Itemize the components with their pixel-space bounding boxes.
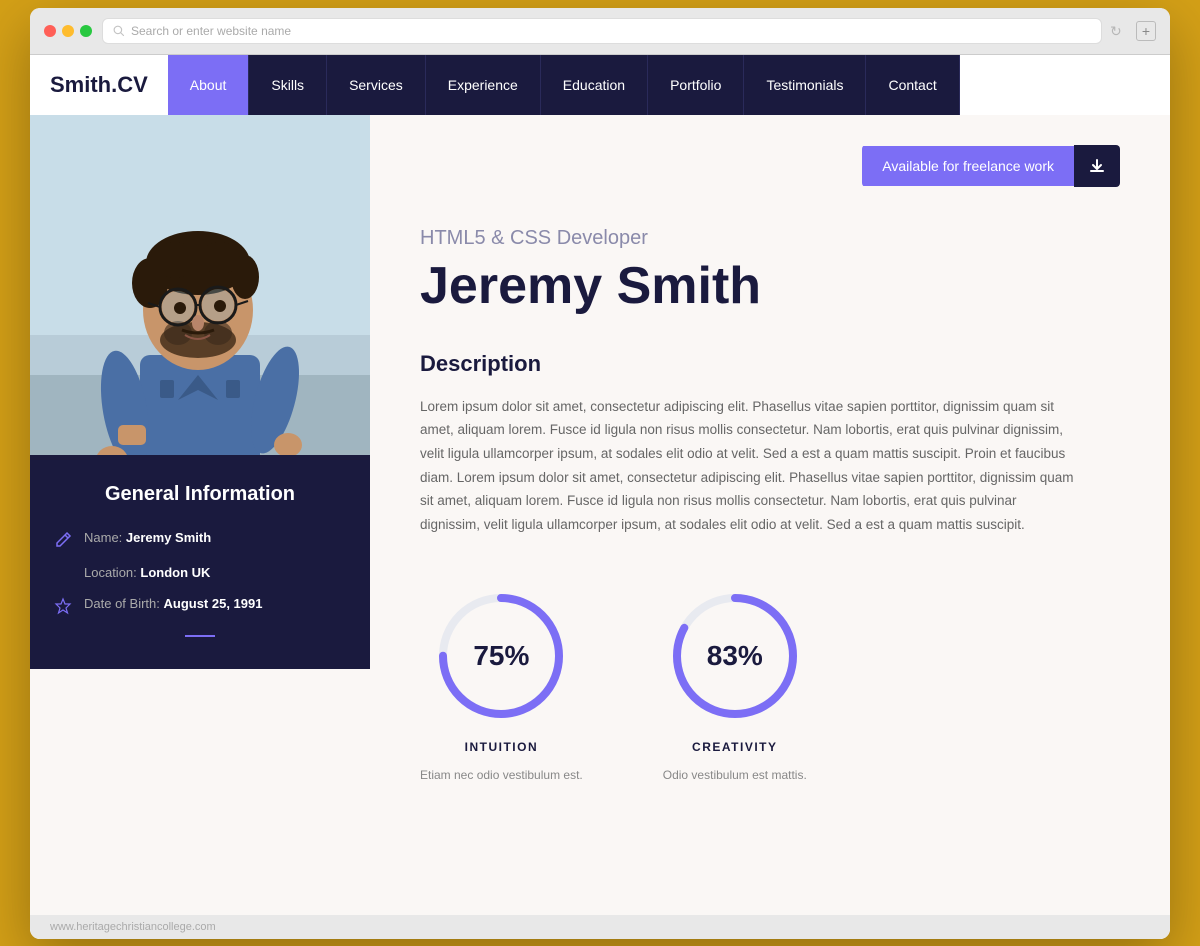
- sidebar-divider: [185, 635, 215, 637]
- browser-toolbar: Search or enter website name ↻ +: [30, 8, 1170, 55]
- site-logo: Smith.CV: [50, 72, 148, 98]
- description-title: Description: [420, 351, 1120, 377]
- hero-subtitle: HTML5 & CSS Developer: [420, 227, 1120, 250]
- name-label: Name:: [84, 530, 126, 545]
- browser-content: Smith.CV About Skills Services Experienc…: [30, 55, 1170, 939]
- nav-item-experience[interactable]: Experience: [426, 55, 541, 115]
- nav-item-portfolio[interactable]: Portfolio: [648, 55, 744, 115]
- stat-intuition: 75% INTUITION Etiam nec odio vestibulum …: [420, 586, 583, 782]
- freelance-btn-text: Available for freelance work: [862, 146, 1074, 186]
- navigation: Smith.CV About Skills Services Experienc…: [30, 55, 1170, 115]
- description-text: Lorem ipsum dolor sit amet, consectetur …: [420, 395, 1080, 537]
- creativity-sublabel: Odio vestibulum est mattis.: [663, 768, 807, 782]
- location-value: London UK: [140, 565, 210, 580]
- search-icon: [113, 25, 125, 37]
- edit-icon: [54, 531, 72, 549]
- star-icon: [54, 597, 72, 615]
- browser-window: Search or enter website name ↻ + Smith.C…: [30, 8, 1170, 939]
- intuition-sublabel: Etiam nec odio vestibulum est.: [420, 768, 583, 782]
- close-dot[interactable]: [44, 25, 56, 37]
- info-name-item: Name: Jeremy Smith: [54, 530, 346, 549]
- name-value: Jeremy Smith: [126, 530, 211, 545]
- new-tab-button[interactable]: +: [1136, 21, 1156, 41]
- info-dob-item: Date of Birth: August 25, 1991: [54, 596, 346, 615]
- sidebar: General Information Name: Jeremy Smith: [30, 115, 370, 915]
- sidebar-info-panel: General Information Name: Jeremy Smith: [30, 455, 370, 669]
- maximize-dot[interactable]: [80, 25, 92, 37]
- creativity-circle: 83%: [665, 586, 805, 726]
- nav-item-testimonials[interactable]: Testimonials: [744, 55, 866, 115]
- freelance-btn-wrapper: Available for freelance work: [420, 145, 1120, 187]
- intuition-label: INTUITION: [465, 740, 539, 754]
- person-illustration: [30, 115, 370, 455]
- reload-icon[interactable]: ↻: [1110, 23, 1126, 39]
- main-content: Available for freelance work HTML5 & CSS…: [370, 115, 1170, 915]
- download-icon: [1088, 157, 1106, 175]
- intuition-value: 75%: [473, 640, 529, 672]
- intuition-circle: 75%: [431, 586, 571, 726]
- location-label: Location:: [84, 565, 140, 580]
- freelance-button[interactable]: Available for freelance work: [862, 145, 1120, 187]
- browser-dots: [44, 25, 92, 37]
- stats-row: 75% INTUITION Etiam nec odio vestibulum …: [420, 586, 1120, 782]
- address-text: Search or enter website name: [131, 24, 291, 38]
- dob-value: August 25, 1991: [163, 596, 262, 611]
- profile-photo: [30, 115, 370, 455]
- sidebar-title: General Information: [54, 483, 346, 506]
- creativity-value: 83%: [707, 640, 763, 672]
- nav-item-services[interactable]: Services: [327, 55, 426, 115]
- nav-item-about[interactable]: About: [168, 55, 250, 115]
- creativity-label: CREATIVITY: [692, 740, 777, 754]
- nav-item-skills[interactable]: Skills: [249, 55, 327, 115]
- main-layout: General Information Name: Jeremy Smith: [30, 115, 1170, 915]
- nav-menu: About Skills Services Experience Educati…: [168, 55, 960, 115]
- download-icon-btn: [1074, 145, 1120, 187]
- hero-name: Jeremy Smith: [420, 258, 1120, 315]
- nav-item-contact[interactable]: Contact: [866, 55, 959, 115]
- dob-label: Date of Birth:: [84, 596, 163, 611]
- nav-item-education[interactable]: Education: [541, 55, 648, 115]
- minimize-dot[interactable]: [62, 25, 74, 37]
- address-bar[interactable]: Search or enter website name: [102, 18, 1102, 44]
- info-location-item: Location: London UK: [84, 565, 346, 580]
- watermark: www.heritagechristiancollege.com: [30, 915, 1170, 939]
- stat-creativity: 83% CREATIVITY Odio vestibulum est matti…: [663, 586, 807, 782]
